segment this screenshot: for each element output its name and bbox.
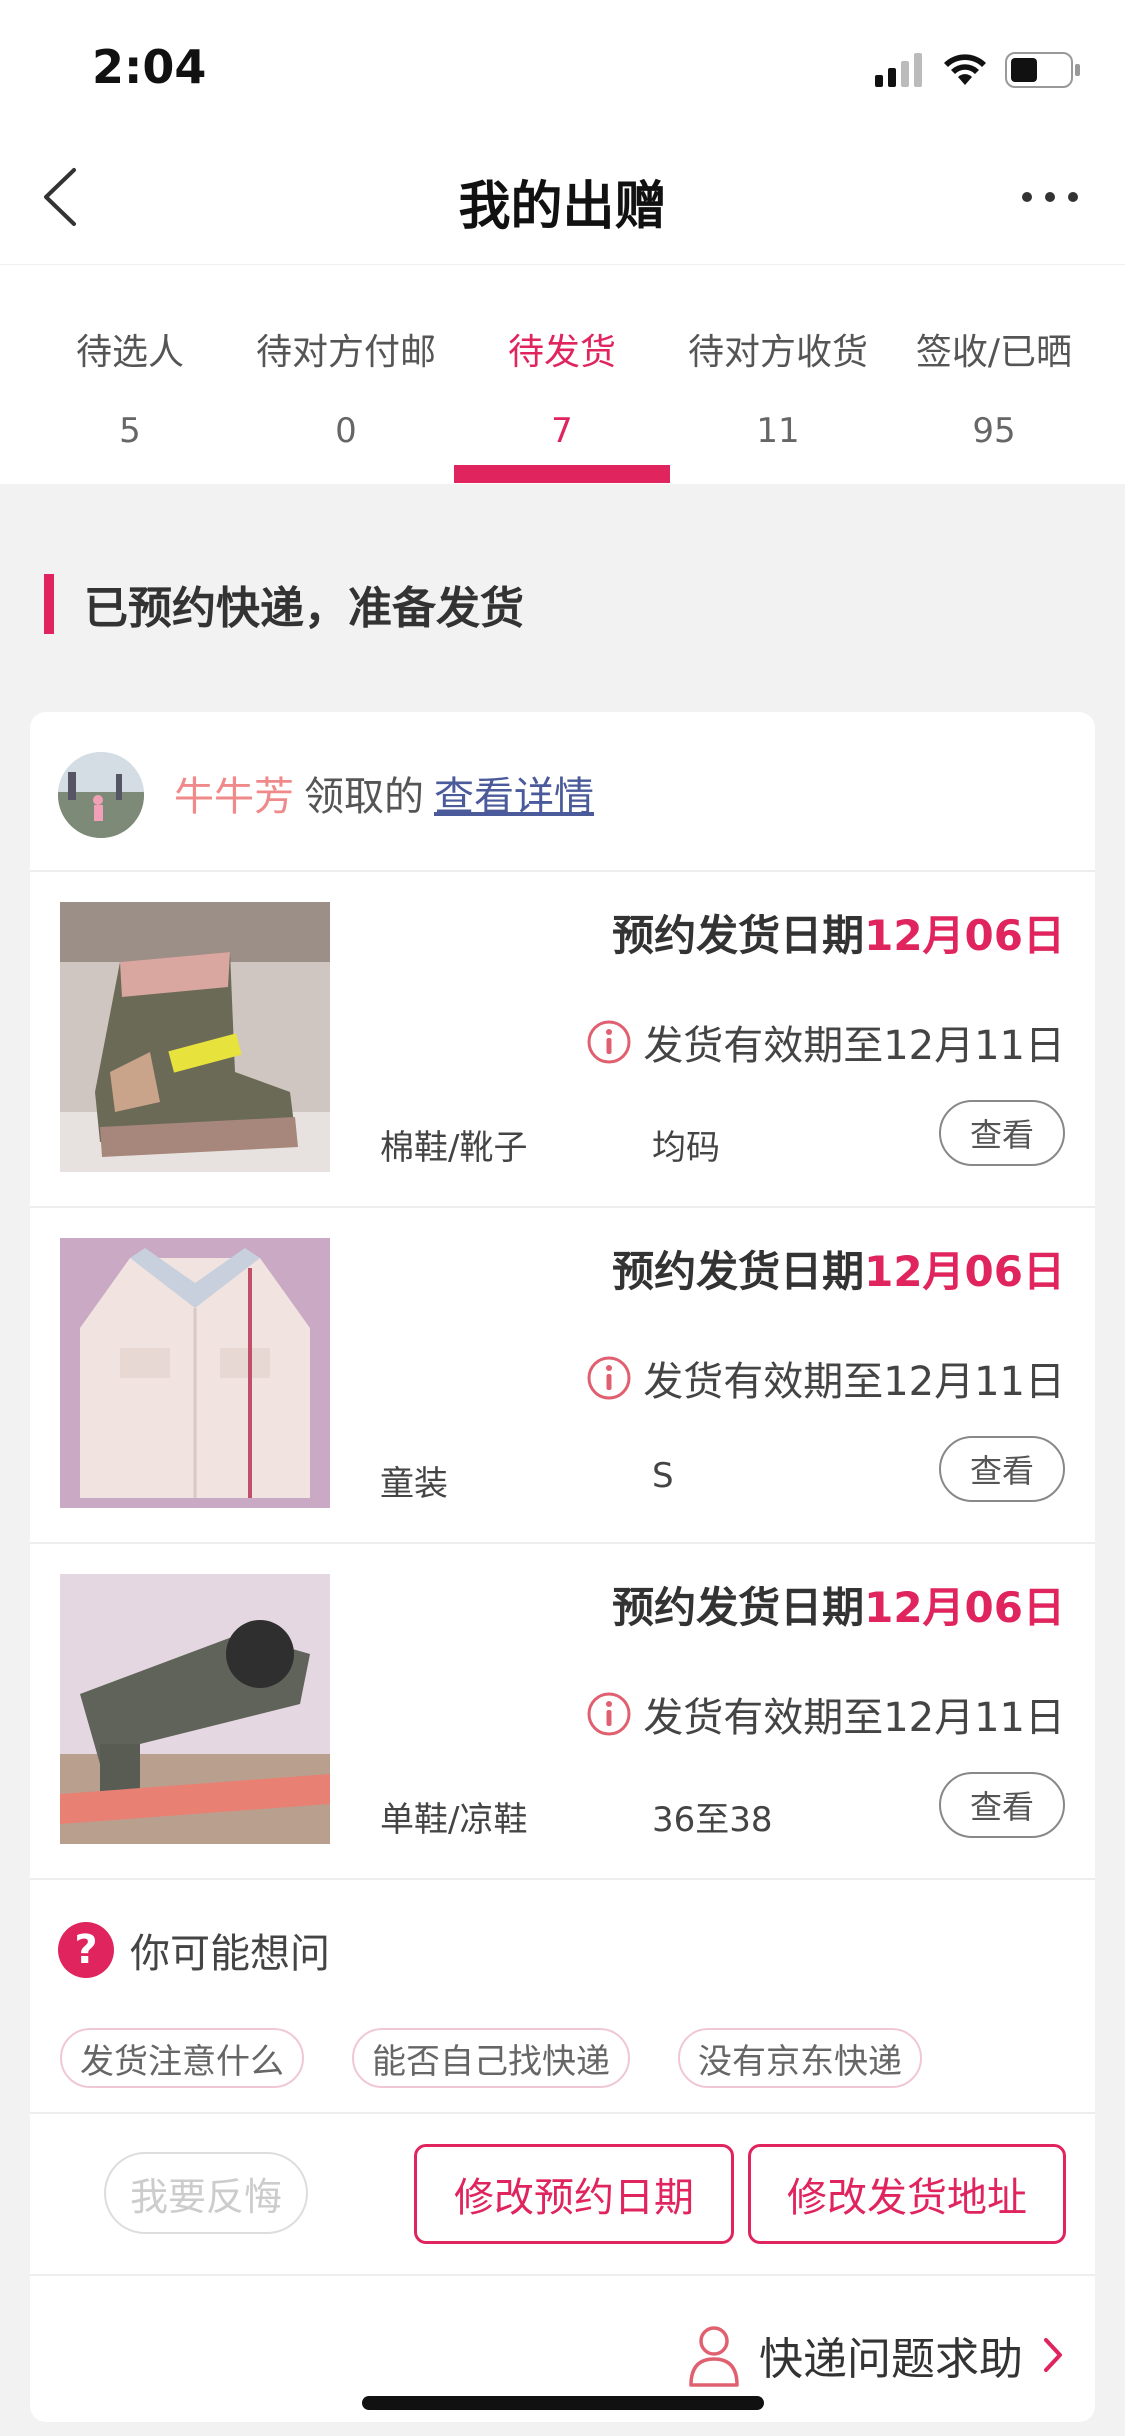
status-time: 2:04 xyxy=(92,40,207,94)
wifi-icon xyxy=(944,54,986,85)
recipient-verb: 领取的 xyxy=(304,774,424,820)
item-photo-jacket[interactable] xyxy=(60,1238,330,1508)
recipient-text: 牛牛芳 领取的 查看详情 xyxy=(174,764,594,822)
active-tab-indicator xyxy=(454,465,670,483)
ship-date: 预约发货日期12月06日 xyxy=(612,902,1065,963)
faq-header: ? 你可能想问 xyxy=(58,1920,330,1980)
faq-chip-shipping-notes[interactable]: 发货注意什么 xyxy=(60,2028,304,2088)
list-item: 预约发货日期12月06日 发货有效期至12月11日 棉鞋/靴子 均码 查看 xyxy=(30,872,1095,1208)
faq-chip-no-jd-express[interactable]: 没有京东快递 xyxy=(678,2028,922,2088)
item-category: 童装 xyxy=(380,1464,448,1504)
more-options-icon[interactable] xyxy=(1015,172,1085,222)
recipient-name[interactable]: 牛牛芳 xyxy=(174,774,294,820)
view-button[interactable]: 查看 xyxy=(939,1436,1065,1502)
tab-pending-postage[interactable]: 待对方付邮 0 xyxy=(238,265,454,485)
avatar[interactable] xyxy=(58,752,144,838)
action-bar: 我要反悔 修改预约日期 修改发货地址 xyxy=(30,2114,1095,2276)
info-icon xyxy=(587,1020,631,1064)
validity-row: 发货有效期至12月11日 xyxy=(585,1684,1065,1744)
tab-count: 0 xyxy=(335,411,357,451)
chevron-right-icon xyxy=(1044,2338,1062,2372)
courier-help-label: 快递问题求助 xyxy=(759,2334,1023,2385)
tab-count: 5 xyxy=(119,411,141,451)
tab-pending-shipment[interactable]: 待发货 7 xyxy=(454,265,670,485)
tab-signed-shared[interactable]: 签收/已晒 95 xyxy=(886,265,1102,485)
item-photo-boot[interactable] xyxy=(60,902,330,1172)
list-item: 预约发货日期12月06日 发货有效期至12月11日 童装 S 查看 xyxy=(30,1208,1095,1544)
info-icon xyxy=(587,1356,631,1400)
view-details-link[interactable]: 查看详情 xyxy=(434,774,594,820)
status-tabs: 待选人 5 待对方付邮 0 待发货 7 待对方收货 11 签收/已晒 95 xyxy=(0,264,1125,484)
item-size: S xyxy=(652,1456,674,1496)
ship-date: 预约发货日期12月06日 xyxy=(612,1574,1065,1635)
item-photo-shoe[interactable] xyxy=(60,1574,330,1844)
view-button[interactable]: 查看 xyxy=(939,1772,1065,1838)
change-address-button[interactable]: 修改发货地址 xyxy=(748,2144,1066,2244)
view-button[interactable]: 查看 xyxy=(939,1100,1065,1166)
cellular-signal-icon xyxy=(875,53,922,87)
home-indicator xyxy=(362,2396,764,2410)
tab-count: 11 xyxy=(756,411,800,451)
section-title: 已预约快递，准备发货 xyxy=(84,583,524,634)
question-icon: ? xyxy=(58,1922,114,1978)
item-category: 单鞋/凉鞋 xyxy=(380,1800,528,1840)
recipient-row: 牛牛芳 领取的 查看详情 xyxy=(30,712,1095,872)
tab-label: 待发货 xyxy=(507,332,616,373)
validity-row: 发货有效期至12月11日 xyxy=(585,1012,1065,1072)
status-bar: 2:04 xyxy=(0,0,1125,132)
tab-pending-receipt[interactable]: 待对方收货 11 xyxy=(670,265,886,485)
regret-button[interactable]: 我要反悔 xyxy=(104,2152,308,2234)
item-size: 36至38 xyxy=(652,1800,773,1840)
avatar-photo xyxy=(58,752,144,838)
change-date-button[interactable]: 修改预约日期 xyxy=(414,2144,734,2244)
person-icon xyxy=(689,2326,739,2387)
tab-label: 签收/已晒 xyxy=(915,332,1073,373)
ship-date-value: 12月06日 xyxy=(864,911,1065,960)
tab-label: 待对方付邮 xyxy=(255,332,436,373)
info-icon xyxy=(587,1692,631,1736)
faq-title: 你可能想问 xyxy=(130,1931,330,1977)
shipment-card: 牛牛芳 领取的 查看详情 预约发货日期12月06日 发货有效期至12月11日 棉… xyxy=(30,712,1095,2422)
faq-chip-own-courier[interactable]: 能否自己找快递 xyxy=(352,2028,630,2088)
validity-text: 发货有效期至12月11日 xyxy=(643,1695,1065,1741)
validity-row: 发货有效期至12月11日 xyxy=(585,1348,1065,1408)
tab-pending-selection[interactable]: 待选人 5 xyxy=(22,265,238,485)
validity-text: 发货有效期至12月11日 xyxy=(643,1023,1065,1069)
section-accent-bar xyxy=(44,574,54,634)
ship-date: 预约发货日期12月06日 xyxy=(612,1238,1065,1299)
item-size: 均码 xyxy=(652,1128,720,1168)
ship-date-label: 预约发货日期 xyxy=(612,911,865,960)
ship-date-label: 预约发货日期 xyxy=(612,1583,865,1632)
tab-label: 待选人 xyxy=(75,332,184,373)
tab-label: 待对方收货 xyxy=(687,332,868,373)
status-icons xyxy=(875,50,1081,90)
ship-date-label: 预约发货日期 xyxy=(612,1247,865,1296)
courier-help-link[interactable]: 快递问题求助 xyxy=(687,2320,1065,2390)
faq-section: ? 你可能想问 发货注意什么 能否自己找快递 没有京东快递 xyxy=(30,1880,1095,2114)
ship-date-value: 12月06日 xyxy=(864,1247,1065,1296)
tab-count: 95 xyxy=(972,411,1016,451)
list-item: 预约发货日期12月06日 发货有效期至12月11日 单鞋/凉鞋 36至38 查看 xyxy=(30,1544,1095,1880)
item-category: 棉鞋/靴子 xyxy=(380,1128,528,1168)
battery-icon xyxy=(1005,52,1080,88)
ship-date-value: 12月06日 xyxy=(864,1583,1065,1632)
page-title: 我的出赠 xyxy=(458,177,667,237)
tab-count: 7 xyxy=(551,411,573,451)
validity-text: 发货有效期至12月11日 xyxy=(643,1359,1065,1405)
navigation-bar: 我的出赠 xyxy=(0,132,1125,264)
